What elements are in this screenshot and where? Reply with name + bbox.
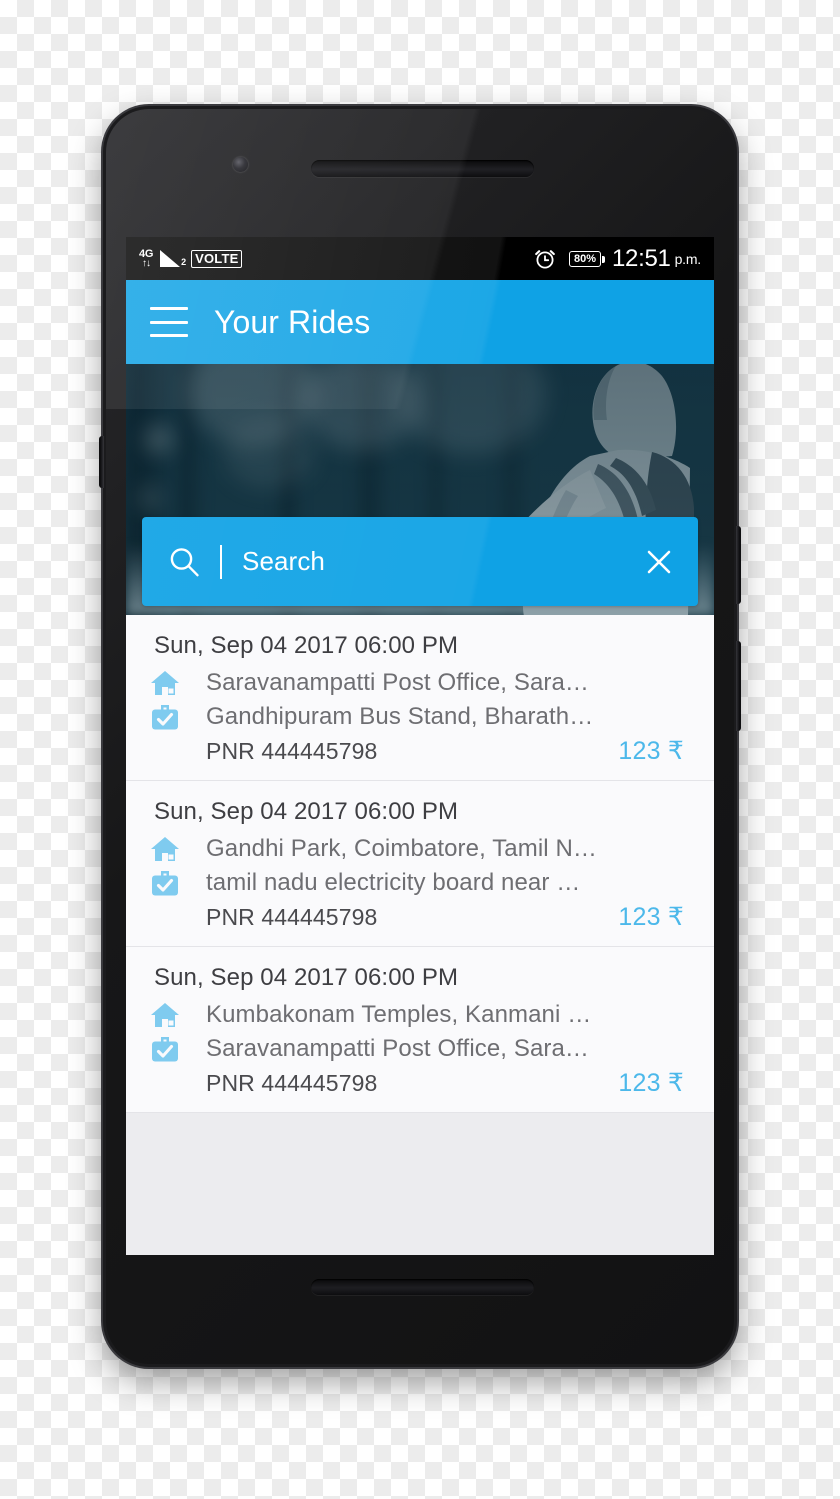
home-icon	[150, 668, 180, 698]
ride-datetime: Sun, Sep 04 2017 06:00 PM	[154, 632, 459, 659]
sim-index-label: 2	[181, 256, 187, 267]
phone-body: 4G ↑↓ 2 VOLTE 80% 12:51 p.m. Your Rides …	[106, 109, 734, 1364]
list-empty-area	[126, 1113, 714, 1255]
ride-dropoff-location: Gandhipuram Bus Stand, Bharath…	[206, 703, 594, 730]
ride-pickup-location: Kumbakonam Temples, Kanmani …	[206, 1001, 592, 1028]
status-bar: 4G ↑↓ 2 VOLTE 80% 12:51 p.m.	[126, 237, 714, 280]
volte-badge: VOLTE	[191, 249, 243, 268]
status-bar-meridiem: p.m.	[674, 250, 702, 267]
ride-price: 123 ₹	[618, 1069, 684, 1097]
rides-list[interactable]: Sun, Sep 04 2017 06:00 PM Saravanampatti…	[126, 615, 714, 1255]
phone-screen: 4G ↑↓ 2 VOLTE 80% 12:51 p.m. Your Rides …	[126, 237, 714, 1255]
alarm-clock-icon	[533, 247, 557, 271]
ride-dropoff-row: Gandhipuram Bus Stand, Bharath…	[150, 702, 690, 732]
ride-price: 123 ₹	[618, 903, 684, 931]
search-icon	[166, 544, 202, 580]
search-input[interactable]: Search	[242, 546, 642, 577]
status-bar-left: 4G ↑↓ 2 VOLTE	[139, 248, 243, 269]
bottom-speaker	[311, 1279, 534, 1295]
ride-pickup-row: Gandhi Park, Coimbatore, Tamil N…	[150, 834, 690, 864]
search-bar[interactable]: Search	[142, 517, 698, 606]
ride-dropoff-row: tamil nadu electricity board near …	[150, 868, 690, 898]
front-camera	[233, 157, 248, 172]
phone-device: 4G ↑↓ 2 VOLTE 80% 12:51 p.m. Your Rides …	[99, 106, 741, 1367]
sim-tray[interactable]	[99, 436, 104, 488]
volume-rocker-button[interactable]	[736, 641, 741, 731]
ride-footer: PNR 444445798 123 ₹	[150, 736, 690, 766]
ride-pickup-location: Saravanampatti Post Office, Sara…	[206, 669, 590, 696]
ride-dropoff-location: tamil nadu electricity board near …	[206, 869, 581, 896]
home-icon	[150, 834, 180, 864]
battery-icon: 80%	[568, 250, 606, 267]
ride-pnr: PNR 444445798	[206, 1070, 378, 1096]
hero-banner: Search	[126, 364, 714, 615]
close-x-icon[interactable]	[642, 545, 676, 579]
ride-footer: PNR 444445798 123 ₹	[150, 902, 690, 932]
briefcase-check-icon	[150, 868, 180, 898]
status-bar-clock: 12:51	[612, 244, 671, 272]
ride-dropoff-location: Saravanampatti Post Office, Sara…	[206, 1035, 590, 1062]
table-row[interactable]: Sun, Sep 04 2017 06:00 PM Kumbakonam Tem…	[126, 947, 714, 1113]
ride-pickup-row: Kumbakonam Temples, Kanmani …	[150, 1000, 690, 1030]
signal-strength-icon	[160, 250, 181, 267]
app-bar: Your Rides	[126, 280, 714, 364]
briefcase-check-icon	[150, 702, 180, 732]
ride-footer: PNR 444445798 123 ₹	[150, 1068, 690, 1098]
status-bar-right: 80% 12:51 p.m.	[533, 245, 701, 273]
data-transfer-arrows-icon: ↑↓	[142, 257, 151, 269]
ride-pnr: PNR 444445798	[206, 738, 378, 764]
table-row[interactable]: Sun, Sep 04 2017 06:00 PM Gandhi Park, C…	[126, 781, 714, 947]
earpiece-speaker	[311, 160, 534, 177]
ride-pickup-row: Saravanampatti Post Office, Sara…	[150, 668, 690, 698]
hamburger-menu-icon[interactable]	[150, 307, 188, 337]
power-button[interactable]	[736, 526, 741, 604]
briefcase-check-icon	[150, 1034, 180, 1064]
table-row[interactable]: Sun, Sep 04 2017 06:00 PM Saravanampatti…	[126, 615, 714, 781]
ride-pnr: PNR 444445798	[206, 904, 378, 930]
network-type-icon: 4G ↑↓	[139, 248, 153, 269]
ride-datetime: Sun, Sep 04 2017 06:00 PM	[154, 798, 459, 825]
search-text-cursor	[220, 544, 222, 579]
ride-datetime: Sun, Sep 04 2017 06:00 PM	[154, 964, 459, 991]
page-title: Your Rides	[214, 303, 371, 340]
ride-price: 123 ₹	[618, 737, 684, 765]
home-icon	[150, 1000, 180, 1030]
ride-dropoff-row: Saravanampatti Post Office, Sara…	[150, 1034, 690, 1064]
ride-pickup-location: Gandhi Park, Coimbatore, Tamil N…	[206, 835, 598, 862]
